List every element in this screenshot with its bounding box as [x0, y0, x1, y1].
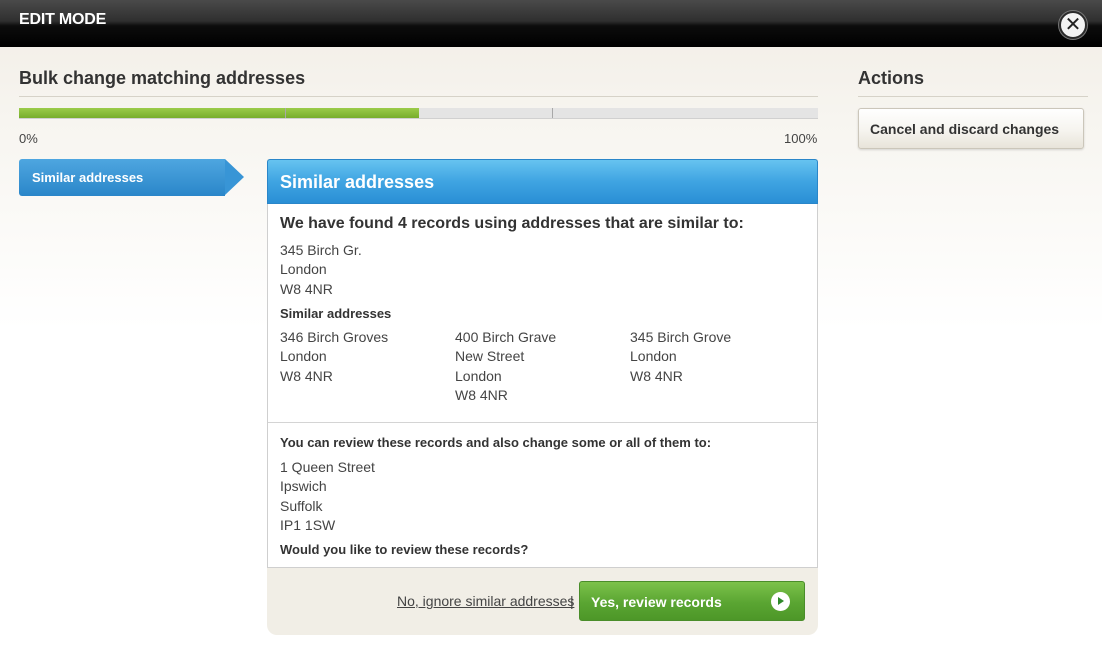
review-records-button[interactable]: Yes, review records [579, 581, 805, 621]
review-question: Would you like to review these records? [280, 542, 529, 557]
progress-bar [19, 108, 818, 119]
section-divider [268, 422, 817, 423]
similar-address-1-line: W8 4NR [280, 368, 333, 384]
similar-address-1-line: London [280, 348, 327, 364]
panel-body: We have found 4 records using addresses … [267, 204, 818, 568]
link-separator: | [570, 593, 574, 609]
similar-addresses-subheading: Similar addresses [280, 306, 392, 321]
original-address-line: London [280, 261, 327, 277]
cancel-discard-button[interactable]: Cancel and discard changes [858, 108, 1084, 149]
review-heading: You can review these records and also ch… [280, 435, 712, 450]
similar-address-2-line: New Street [455, 348, 525, 364]
similar-address-1-line: 346 Birch Groves [280, 329, 389, 345]
similar-addresses-panel: Similar addresses We have found 4 record… [267, 159, 818, 635]
new-address-line: IP1 1SW [280, 517, 336, 533]
progress-fill [19, 108, 419, 118]
similar-address-3-line: W8 4NR [630, 368, 683, 384]
found-records-heading: We have found 4 records using addresses … [280, 215, 744, 232]
progress-end-label: 100% [784, 131, 818, 146]
similar-address-3-line: London [630, 348, 677, 364]
progress-segment-separator [285, 108, 287, 118]
mode-title: EDIT MODE [19, 11, 107, 28]
panel-title: Similar addresses [267, 159, 818, 204]
review-records-label: Yes, review records [591, 594, 722, 610]
page-title: Bulk change matching addresses [19, 68, 306, 88]
new-address-line: Suffolk [280, 498, 323, 514]
actions-divider [858, 96, 1088, 97]
progress-segment-separator [551, 108, 553, 118]
similar-address-2-line: W8 4NR [455, 387, 508, 403]
close-icon: ✕ [1064, 14, 1082, 36]
similar-address-2-line: London [455, 368, 502, 384]
ignore-similar-link[interactable]: No, ignore similar addresses [397, 593, 574, 609]
progress-start-label: 0% [19, 131, 38, 146]
play-arrow-icon [771, 592, 790, 611]
original-address-line: 345 Birch Gr. [280, 242, 362, 258]
similar-address-2-line: 400 Birch Grave [455, 329, 557, 345]
title-divider [19, 96, 818, 97]
similar-address-3-line: 345 Birch Grove [630, 329, 732, 345]
step-similar-addresses: Similar addresses [19, 159, 244, 196]
actions-title: Actions [858, 68, 925, 88]
new-address-line: Ipswich [280, 478, 327, 494]
close-button[interactable]: ✕ [1059, 11, 1087, 39]
new-address-line: 1 Queen Street [280, 459, 375, 475]
top-bar: EDIT MODE ✕ [0, 0, 1102, 47]
original-address-line: W8 4NR [280, 281, 333, 297]
